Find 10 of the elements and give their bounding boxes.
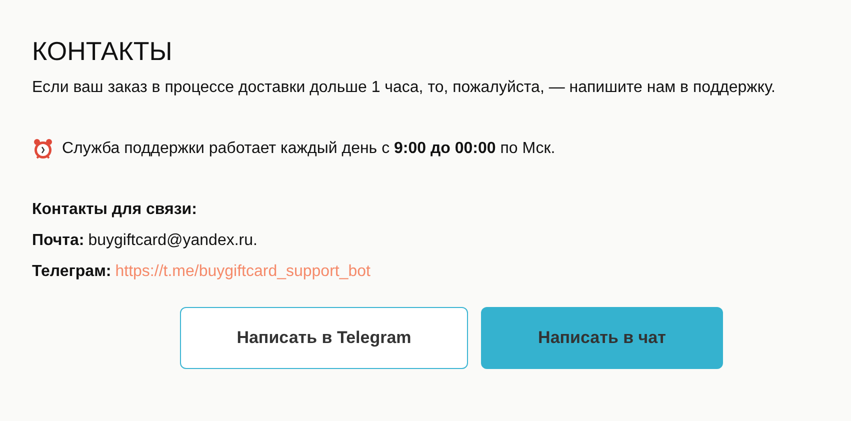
alarm-clock-icon <box>32 138 54 160</box>
contacts-heading: Контакты для связи: <box>32 200 197 220</box>
email-text: buygiftcard@yandex.ru. <box>88 231 258 251</box>
contact-label: Телеграм: <box>32 262 112 282</box>
hours-text: Служба поддержки работает каждый день с 9:00 до 00:00 по Мск. <box>62 139 556 159</box>
contact-label: Почта: <box>32 231 84 251</box>
chat-button[interactable]: Написать в чат <box>481 307 723 369</box>
section-title: КОНТАКТЫ <box>32 35 172 68</box>
intro-paragraph: Если ваш заказ в процессе доставки дольше 1 часа, то, пожалуйста, — напишите нам в поддержку. <box>32 78 776 98</box>
telegram-button[interactable]: Написать в Telegram <box>180 307 468 369</box>
